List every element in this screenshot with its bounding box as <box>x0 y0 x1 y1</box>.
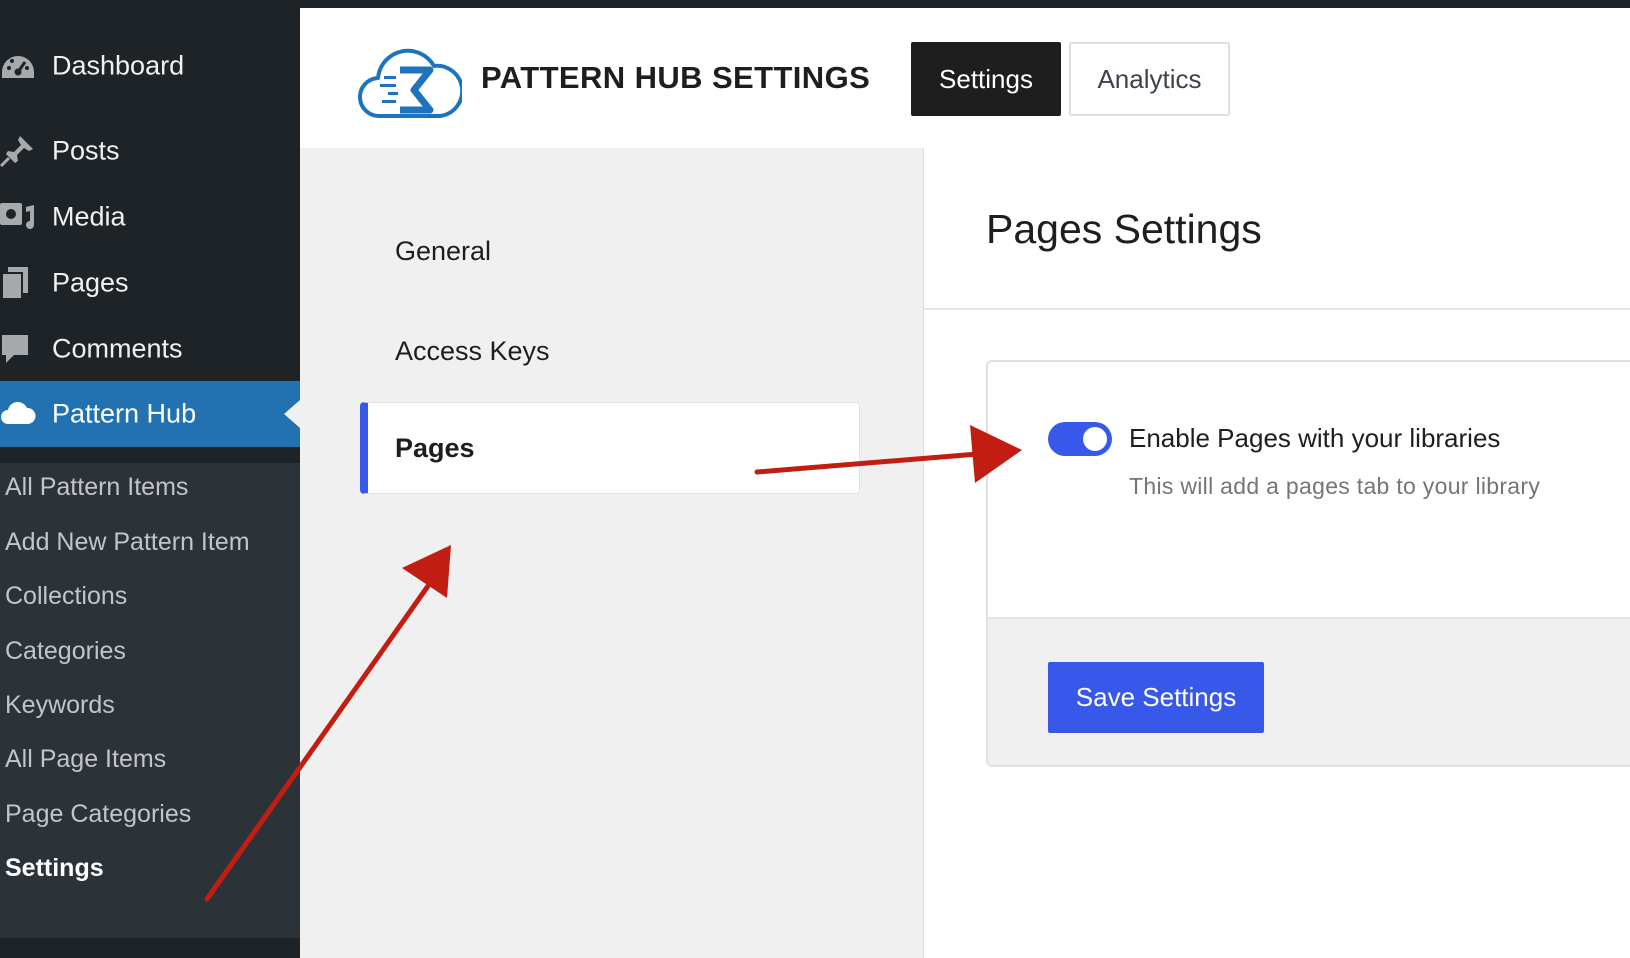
sidebar-bottom <box>0 938 300 958</box>
settings-card: Enable Pages with your libraries This wi… <box>986 360 1630 767</box>
settings-page: PATTERN HUB SETTINGS Settings Analytics … <box>300 8 1630 958</box>
title-divider <box>924 308 1630 310</box>
menu-label-posts: Posts <box>52 135 120 166</box>
top-strip <box>300 0 1630 8</box>
enable-pages-toggle[interactable] <box>1048 422 1112 456</box>
cloud-icon <box>1 401 36 424</box>
menu-item-comments[interactable]: Comments <box>0 316 300 382</box>
settings-nav-access-keys[interactable]: Access Keys <box>360 305 860 397</box>
submenu-page-categories[interactable]: Page Categories <box>5 800 191 829</box>
plugin-header: PATTERN HUB SETTINGS Settings Analytics <box>300 8 1630 148</box>
menu-item-posts[interactable]: Posts <box>0 118 300 184</box>
menu-label-dashboard: Dashboard <box>52 50 185 81</box>
submenu-settings[interactable]: Settings <box>5 854 104 883</box>
menu-label-media: Media <box>52 201 126 232</box>
toggle-label: Enable Pages with your libraries <box>1129 423 1501 453</box>
admin-sidebar: Dashboard Posts Media Pages Comments Pat… <box>0 0 300 958</box>
pages-icon <box>1 267 28 300</box>
menu-label-pages: Pages <box>52 267 129 298</box>
menu-item-pattern-hub[interactable]: Pattern Hub <box>0 381 300 447</box>
submenu-collections[interactable]: Collections <box>5 582 127 611</box>
settings-nav-pages[interactable]: Pages <box>360 402 860 494</box>
comment-icon <box>2 335 28 363</box>
settings-nav-general[interactable]: General <box>360 205 860 297</box>
toggle-help-text: This will add a pages tab to your librar… <box>1129 473 1541 499</box>
menu-label-pattern-hub: Pattern Hub <box>52 398 197 429</box>
submenu-add-new-pattern-item[interactable]: Add New Pattern Item <box>5 528 250 557</box>
dashboard-icon <box>2 56 34 78</box>
save-settings-button[interactable]: Save Settings <box>1048 662 1264 733</box>
media-icon <box>0 203 34 229</box>
pin-icon <box>0 136 33 168</box>
menu-label-comments: Comments <box>52 333 183 364</box>
menu-item-dashboard[interactable]: Dashboard <box>0 33 300 99</box>
menu-item-media[interactable]: Media <box>0 184 300 250</box>
pattern-hub-submenu: All Pattern Items Add New Pattern Item C… <box>0 463 300 938</box>
page-title: Pages Settings <box>986 206 1262 252</box>
submenu-categories[interactable]: Categories <box>5 637 126 666</box>
cloud-k-logo <box>358 48 462 119</box>
toggle-knob <box>1083 427 1107 451</box>
settings-nav: General Access Keys Pages <box>300 148 923 958</box>
card-footer: Save Settings <box>988 617 1630 765</box>
tab-settings[interactable]: Settings <box>911 42 1061 116</box>
submenu-all-page-items[interactable]: All Page Items <box>5 745 166 774</box>
menu-item-pages[interactable]: Pages <box>0 250 300 316</box>
settings-content: Pages Settings Enable Pages with your li… <box>923 148 1630 958</box>
tab-analytics[interactable]: Analytics <box>1069 42 1230 116</box>
brand-title: PATTERN HUB SETTINGS <box>481 60 871 95</box>
submenu-all-pattern-items[interactable]: All Pattern Items <box>5 473 188 502</box>
submenu-keywords[interactable]: Keywords <box>5 691 115 720</box>
